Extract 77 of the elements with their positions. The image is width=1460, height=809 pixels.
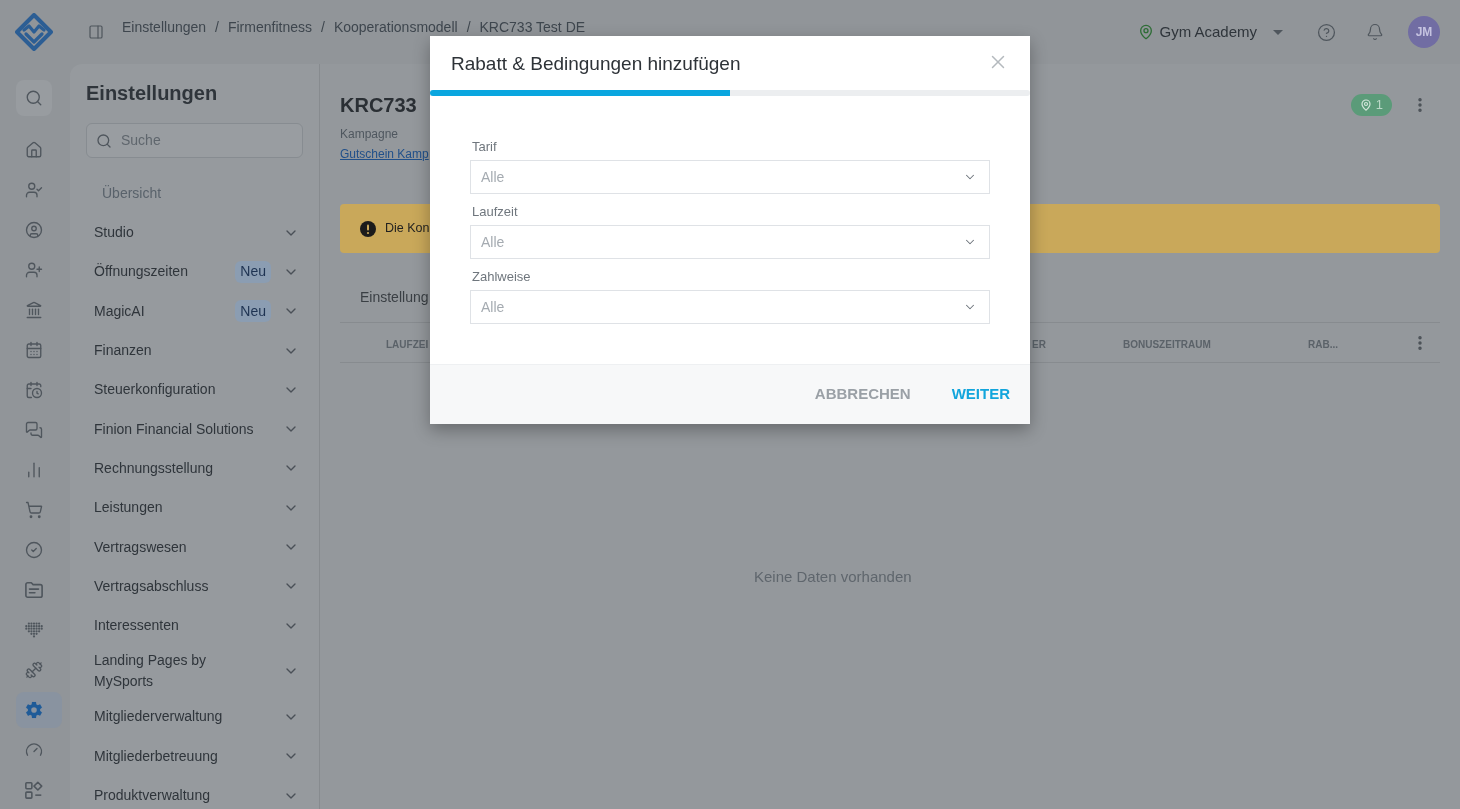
- dialog-title: Rabatt & Bedingungen hinzufügen: [451, 52, 741, 76]
- tab[interactable]: Einstellung: [360, 287, 429, 308]
- house-icon: [25, 141, 43, 159]
- column-header: ER: [1032, 338, 1046, 350]
- bank-icon: [25, 301, 43, 319]
- diamond-logo[interactable]: [15, 13, 53, 51]
- panel-icon[interactable]: [88, 24, 104, 40]
- sidebar-item[interactable]: Finanzen: [86, 330, 303, 371]
- sidebar-item[interactable]: Rechnungsstellung: [86, 448, 303, 489]
- search-icon: [96, 132, 112, 149]
- page-title: KRC733: [340, 93, 418, 118]
- sidebar-item[interactable]: Mitgliederbetreuung: [86, 736, 303, 776]
- exclamation-icon: [360, 220, 376, 237]
- breadcrumb-separator: /: [466, 19, 471, 35]
- sidebar-item[interactable]: Finion Financial Solutions: [86, 409, 303, 449]
- sidebar-item[interactable]: Vertragswesen: [86, 527, 303, 567]
- select-field[interactable]: Alle: [470, 290, 990, 324]
- sidebar-item[interactable]: Leistungen: [86, 488, 303, 528]
- sidebar-item[interactable]: Interessenten: [86, 605, 303, 646]
- field-label: Kampagne: [340, 126, 400, 142]
- field-label: Zahlweise: [471, 268, 532, 286]
- sidebar-item[interactable]: Öffnungszeiten Neu: [86, 252, 303, 292]
- cancel-button[interactable]: ABBRECHEN: [806, 375, 919, 414]
- sidebar-item[interactable]: Mitgliederverwaltung: [86, 697, 303, 737]
- sidebar-title: Einstellungen: [86, 81, 219, 106]
- next-button[interactable]: WEITER: [943, 375, 1018, 414]
- sidebar-item[interactable]: Vertragsabschluss: [86, 566, 303, 606]
- nav-rail-button[interactable]: [16, 692, 62, 728]
- caret-down-icon: [1273, 29, 1283, 35]
- dot-grid-icon: [25, 621, 43, 639]
- location-selector[interactable]: Gym Academy: [1138, 20, 1283, 44]
- column-header: BONUSZEITRAUM: [1123, 338, 1211, 350]
- location-badge[interactable]: 1: [1350, 94, 1392, 116]
- field-label: Laufzeit: [471, 203, 519, 221]
- cart-icon: [25, 501, 43, 519]
- shapes-icon: [25, 781, 43, 799]
- select-field[interactable]: Alle: [470, 160, 990, 194]
- user-check-icon: [25, 181, 43, 199]
- sidebar-item[interactable]: Landing Pages by MySports: [86, 645, 303, 698]
- folder-lines-icon: [25, 581, 43, 599]
- sidebar-link[interactable]: Übersicht: [86, 173, 303, 213]
- new-badge: Neu: [235, 260, 271, 283]
- column-header: LAUFZEI: [386, 338, 429, 350]
- campaign-link[interactable]: Gutschein Kamp: [340, 145, 429, 163]
- sidebar-item[interactable]: Produktverwaltung: [86, 775, 303, 809]
- user-circle-icon: [25, 221, 43, 239]
- map-pin-icon: [1359, 99, 1372, 111]
- breadcrumb-separator: /: [215, 19, 219, 35]
- settings-icon: [25, 701, 43, 719]
- chat-bubbles-icon: [25, 421, 43, 439]
- map-pin-icon: [1138, 24, 1155, 40]
- help-icon[interactable]: [1317, 22, 1336, 42]
- calendar-icon: [25, 341, 43, 359]
- select-field[interactable]: Alle: [470, 225, 990, 259]
- sidebar-item[interactable]: Studio: [86, 213, 303, 253]
- user-avatar[interactable]: JM: [1408, 16, 1440, 48]
- sidebar-item[interactable]: MagicAI Neu: [86, 291, 303, 331]
- breadcrumb-link[interactable]: KRC733 Test DE: [479, 19, 586, 35]
- bar-chart-icon: [25, 461, 43, 479]
- search-field[interactable]: Suche: [86, 123, 303, 158]
- user-plus-icon: [25, 261, 43, 279]
- column-header: RAB...: [1308, 338, 1338, 350]
- search-button[interactable]: [16, 80, 52, 116]
- breadcrumb-link[interactable]: Kooperationsmodell: [333, 19, 458, 35]
- search-icon: [25, 89, 43, 107]
- sidebar-item[interactable]: Steuerkonfiguration: [86, 370, 303, 410]
- breadcrumb-link[interactable]: Einstellungen: [122, 19, 207, 35]
- bell-icon[interactable]: [1366, 23, 1384, 41]
- warning-text: Die Kon: [385, 220, 430, 238]
- dumbbell-icon: [25, 661, 43, 679]
- new-badge: Neu: [235, 300, 271, 323]
- breadcrumb-separator: /: [321, 19, 325, 35]
- field-label: Tarif: [471, 138, 498, 156]
- calendar-clock-icon: [25, 381, 43, 399]
- gauge-icon: [25, 741, 43, 759]
- breadcrumb-link[interactable]: Firmenfitness: [227, 19, 312, 35]
- check-circle-icon: [25, 541, 43, 559]
